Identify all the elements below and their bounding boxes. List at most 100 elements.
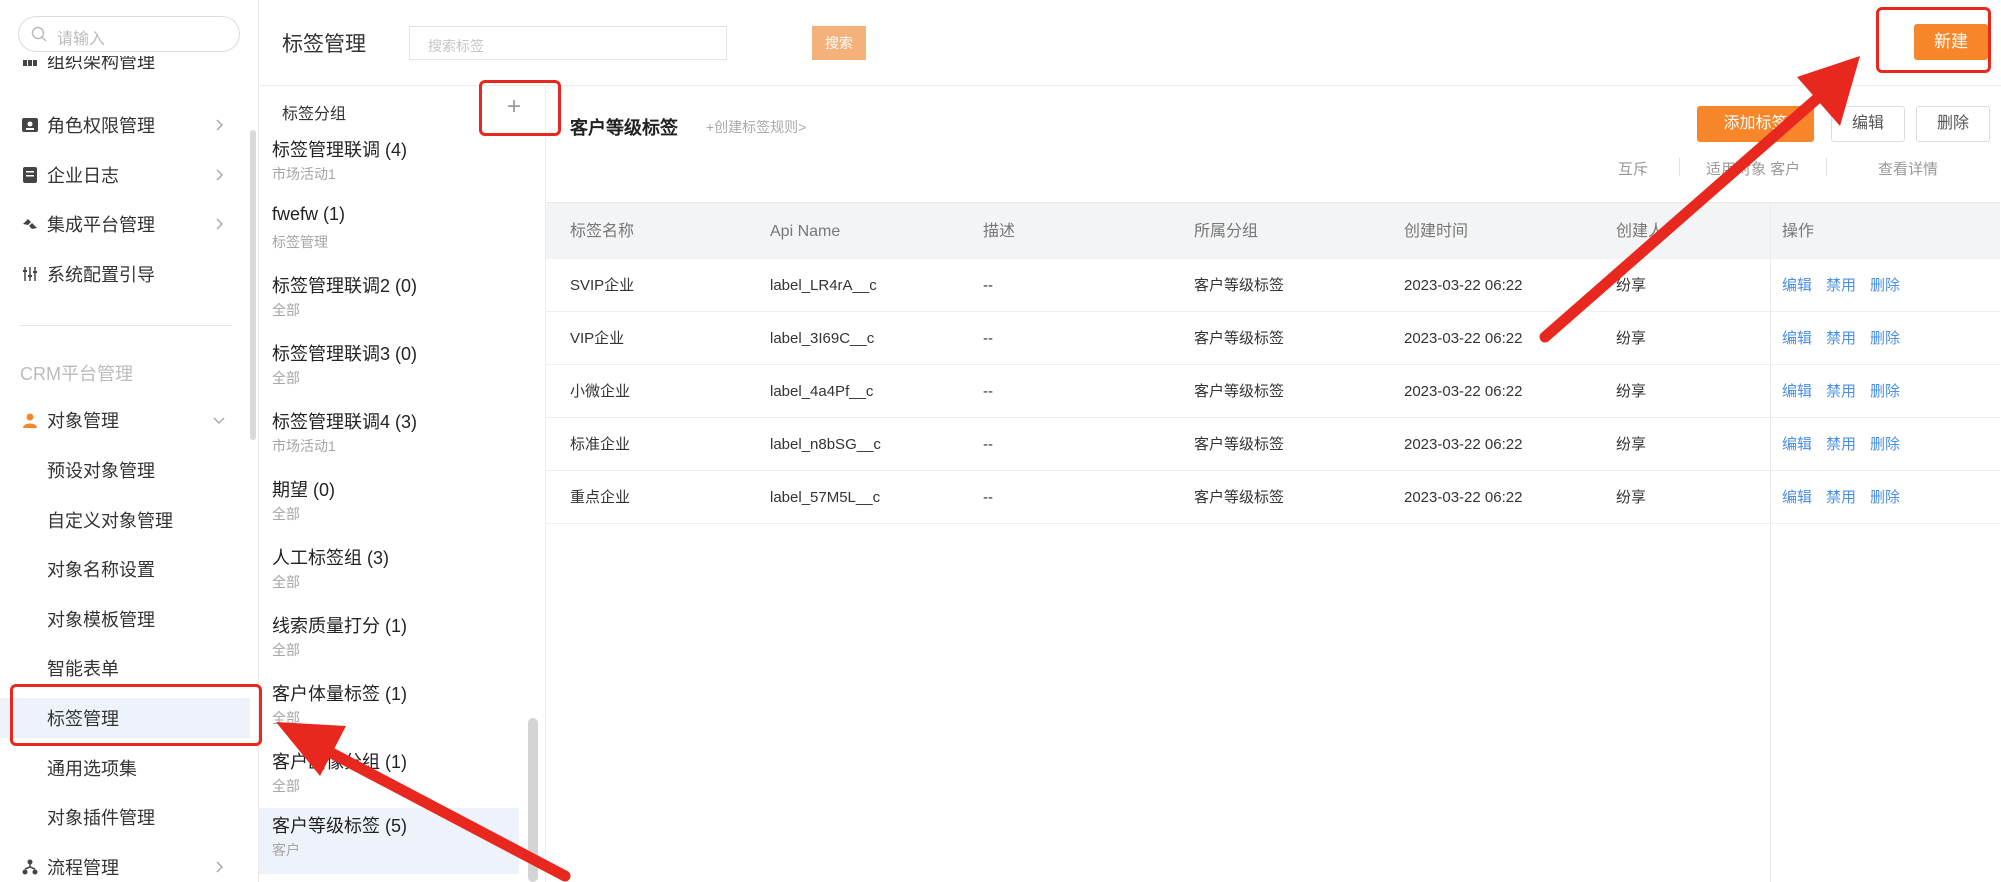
delete-link[interactable]: 删除 (1870, 489, 1900, 506)
flow-icon (20, 857, 40, 877)
sidebar-subitem[interactable]: 通用选项集 (0, 748, 250, 788)
delete-link[interactable]: 删除 (1870, 330, 1900, 347)
group-item[interactable]: 客户体量标签 (1) 全部 (259, 676, 519, 742)
sidebar-subitem[interactable]: 对象模板管理 (0, 599, 250, 639)
sidebar-subitem-label: 对象名称设置 (47, 560, 155, 580)
sidebar-item-roles[interactable]: 角色权限管理 (0, 105, 250, 145)
cell-api-name: label_3I69C__c (770, 330, 875, 347)
group-item[interactable]: 标签管理联调3 (0) 全部 (259, 336, 519, 402)
create-rule-link[interactable]: +创建标签规则> (706, 117, 806, 137)
sidebar-subitem-tag-mgmt[interactable]: 标签管理 (0, 698, 250, 738)
search-button[interactable]: 搜索 (812, 26, 866, 60)
new-tag-button[interactable]: 新建 (1914, 24, 1988, 60)
cell-tag-name: 重点企业 (570, 489, 631, 506)
group-item[interactable]: 线索质量打分 (1) 全部 (259, 608, 519, 674)
chevron-right-icon (216, 218, 224, 230)
cell-tag-name: 标准企业 (570, 436, 631, 453)
group-scope: 全部 (272, 506, 300, 522)
delete-link[interactable]: 删除 (1870, 277, 1900, 294)
group-name: 客户等级标签 (5) (272, 816, 407, 836)
group-scope: 全部 (272, 642, 300, 658)
edit-link[interactable]: 编辑 (1782, 330, 1812, 347)
sidebar-subitem[interactable]: 对象插件管理 (0, 797, 250, 837)
chevron-right-icon (216, 861, 224, 873)
cell-description: -- (983, 383, 993, 400)
view-details-link[interactable]: 查看详情 (1878, 158, 1938, 179)
group-name: 标签管理联调 (4) (272, 140, 407, 160)
sidebar-item-label: 流程管理 (47, 858, 119, 878)
edit-link[interactable]: 编辑 (1782, 489, 1812, 506)
group-item[interactable]: fwefw (1) 标签管理 (259, 200, 519, 266)
cell-created-time: 2023-03-22 06:22 (1404, 489, 1523, 506)
table-header: 标签名称 Api Name 描述 所属分组 创建时间 创建人 操作 (546, 202, 2000, 259)
group-item[interactable]: 期望 (0) 全部 (259, 472, 519, 538)
group-panel-scrollbar[interactable] (528, 718, 538, 882)
cell-tag-name: 小微企业 (570, 383, 631, 400)
disable-link[interactable]: 禁用 (1826, 383, 1856, 400)
chevron-down-icon (213, 417, 225, 425)
disable-link[interactable]: 禁用 (1826, 330, 1856, 347)
group-name: 标签管理联调4 (3) (272, 412, 418, 432)
edit-link[interactable]: 编辑 (1782, 436, 1812, 453)
group-item[interactable]: 人工标签组 (3) 全部 (259, 540, 519, 606)
disable-link[interactable]: 禁用 (1826, 277, 1856, 294)
tag-detail-panel: 客户等级标签 +创建标签规则> 添加标签 编辑 删除 互斥 适用对象 客户 查看… (546, 86, 2001, 882)
disable-link[interactable]: 禁用 (1826, 436, 1856, 453)
actions-column-divider (1770, 202, 1771, 882)
cell-group: 客户等级标签 (1194, 277, 1285, 294)
group-name: 客户体量标签 (1) (272, 684, 407, 704)
cell-api-name: label_4a4Pf__c (770, 383, 874, 400)
group-name: 期望 (0) (272, 480, 335, 500)
group-name: 标签管理联调3 (0) (272, 344, 418, 364)
sidebar-section-title: CRM平台管理 (20, 364, 133, 384)
group-item[interactable]: 标签管理联调2 (0) 全部 (259, 268, 519, 334)
disable-link[interactable]: 禁用 (1826, 489, 1856, 506)
delete-link[interactable]: 删除 (1870, 383, 1900, 400)
column-header: 所属分组 (1194, 223, 1259, 240)
sidebar-subitem[interactable]: 预设对象管理 (0, 450, 250, 490)
sidebar-item-label: 组织架构管理 (47, 56, 155, 72)
delete-group-button[interactable]: 删除 (1916, 106, 1990, 142)
edit-link[interactable]: 编辑 (1782, 277, 1812, 294)
sidebar-search-input[interactable]: 请输入 (18, 16, 240, 52)
delete-link[interactable]: 删除 (1870, 436, 1900, 453)
group-name: 客户画像分组 (1) (272, 752, 407, 772)
person-icon (20, 410, 40, 430)
group-scope: 全部 (272, 302, 300, 318)
group-name: 线索质量打分 (1) (272, 616, 407, 636)
add-tag-button[interactable]: 添加标签 (1697, 106, 1814, 142)
tag-search-placeholder: 搜索标签 (428, 38, 484, 54)
sidebar-item-flow-mgmt[interactable]: 流程管理 (0, 847, 250, 882)
sidebar-subitem-label: 通用选项集 (47, 759, 137, 779)
tag-search-input[interactable]: 搜索标签 (409, 26, 727, 60)
sidebar-subitem[interactable]: 自定义对象管理 (0, 500, 250, 540)
column-header: 操作 (1782, 223, 1815, 240)
sidebar-subitem-label: 预设对象管理 (47, 461, 155, 481)
edit-group-button[interactable]: 编辑 (1831, 106, 1905, 142)
sidebar-item-object-mgmt[interactable]: 对象管理 (0, 400, 250, 440)
sidebar-item-label: 集成平台管理 (47, 215, 155, 235)
sidebar-item-config[interactable]: 系统配置引导 (0, 254, 250, 294)
add-group-button[interactable]: + (501, 94, 527, 120)
table-row: 标准企业 label_n8bSG__c -- 客户等级标签 2023-03-22… (546, 418, 2000, 471)
cell-api-name: label_n8bSG__c (770, 436, 881, 453)
cell-tag-name: VIP企业 (570, 330, 625, 347)
sidebar-subitem-label: 对象模板管理 (47, 610, 155, 630)
sidebar-subitem[interactable]: 对象名称设置 (0, 549, 250, 589)
sidebar-scrollbar[interactable] (250, 130, 256, 440)
org-icon (20, 56, 40, 70)
sidebar-item-org[interactable]: 组织架构管理 (0, 56, 250, 86)
sidebar-subitem[interactable]: 智能表单 (0, 648, 250, 688)
group-scope: 市场活动1 (272, 438, 336, 454)
sidebar-item-integration[interactable]: 集成平台管理 (0, 204, 250, 244)
config-icon (20, 264, 40, 284)
group-scope: 市场活动1 (272, 166, 336, 182)
edit-link[interactable]: 编辑 (1782, 383, 1812, 400)
group-item[interactable]: 标签管理联调 (4) 市场活动1 (259, 132, 519, 198)
sidebar-item-logs[interactable]: 企业日志 (0, 155, 250, 195)
group-item[interactable]: 客户画像分组 (1) 全部 (259, 744, 519, 810)
group-item-selected[interactable]: 客户等级标签 (5) 客户 (259, 808, 519, 874)
cell-group: 客户等级标签 (1194, 383, 1285, 400)
group-item[interactable]: 标签管理联调4 (3) 市场活动1 (259, 404, 519, 470)
chevron-right-icon (216, 119, 224, 131)
